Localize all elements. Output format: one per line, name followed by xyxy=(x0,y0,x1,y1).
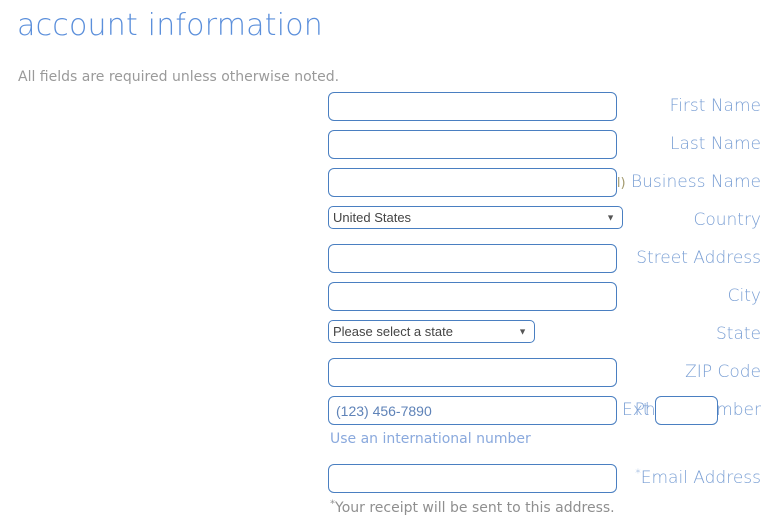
street-address-input[interactable] xyxy=(328,244,617,273)
form-row-state: State Please select a state ▼ xyxy=(0,320,761,358)
control-city xyxy=(328,282,617,311)
form-row-phone-hint: Use an international number xyxy=(0,431,761,464)
form-row-first-name: First Name xyxy=(0,92,761,130)
email-receipt-note: *Your receipt will be sent to this addre… xyxy=(330,499,615,516)
international-number-link[interactable]: Use an international number xyxy=(330,431,531,447)
email-receipt-note-text: Your receipt will be sent to this addres… xyxy=(335,500,615,516)
required-fields-note: All fields are required unless otherwise… xyxy=(18,69,340,85)
control-street-address xyxy=(328,244,617,273)
control-last-name xyxy=(328,130,617,159)
email-address-input[interactable] xyxy=(328,464,617,493)
state-select-wrap: Please select a state ▼ xyxy=(328,320,535,343)
city-input[interactable] xyxy=(328,282,617,311)
country-select[interactable]: United States xyxy=(328,206,623,229)
ext-input[interactable] xyxy=(655,396,718,425)
first-name-input[interactable] xyxy=(328,92,617,121)
control-first-name xyxy=(328,92,617,121)
form-row-city: City xyxy=(0,282,761,320)
phone-number-input[interactable] xyxy=(328,396,617,425)
control-zip-code xyxy=(328,358,617,387)
form-row-zip-code: ZIP Code xyxy=(0,358,761,396)
country-select-wrap: United States ▼ xyxy=(328,206,623,229)
form-row-business-name: (optional) Business Name xyxy=(0,168,761,206)
page-title: account information xyxy=(17,8,323,43)
account-information-page: account information All fields are requi… xyxy=(0,0,761,526)
label-business-name-text: Business Name xyxy=(631,172,761,192)
control-business-name xyxy=(328,168,617,197)
account-information-form: First Name Last Name (optional) Business… xyxy=(0,92,761,528)
state-select[interactable]: Please select a state xyxy=(328,320,535,343)
form-row-country: Country United States ▼ xyxy=(0,206,761,244)
control-country: United States ▼ xyxy=(328,206,623,229)
form-row-email-note: *Your receipt will be sent to this addre… xyxy=(0,499,761,528)
last-name-input[interactable] xyxy=(328,130,617,159)
control-ext xyxy=(655,396,718,425)
form-row-email-address: *Email Address xyxy=(0,464,761,502)
form-row-last-name: Last Name xyxy=(0,130,761,168)
form-row-street-address: Street Address xyxy=(0,244,761,282)
zip-code-input[interactable] xyxy=(328,358,617,387)
control-state: Please select a state ▼ xyxy=(328,320,535,343)
business-name-input[interactable] xyxy=(328,168,617,197)
label-ext: Ext xyxy=(622,400,650,420)
form-row-phone-number: Phone Number Ext xyxy=(0,396,761,434)
control-email-address xyxy=(328,464,617,493)
control-phone-number xyxy=(328,396,617,425)
label-email-address-text: Email Address xyxy=(640,468,761,488)
